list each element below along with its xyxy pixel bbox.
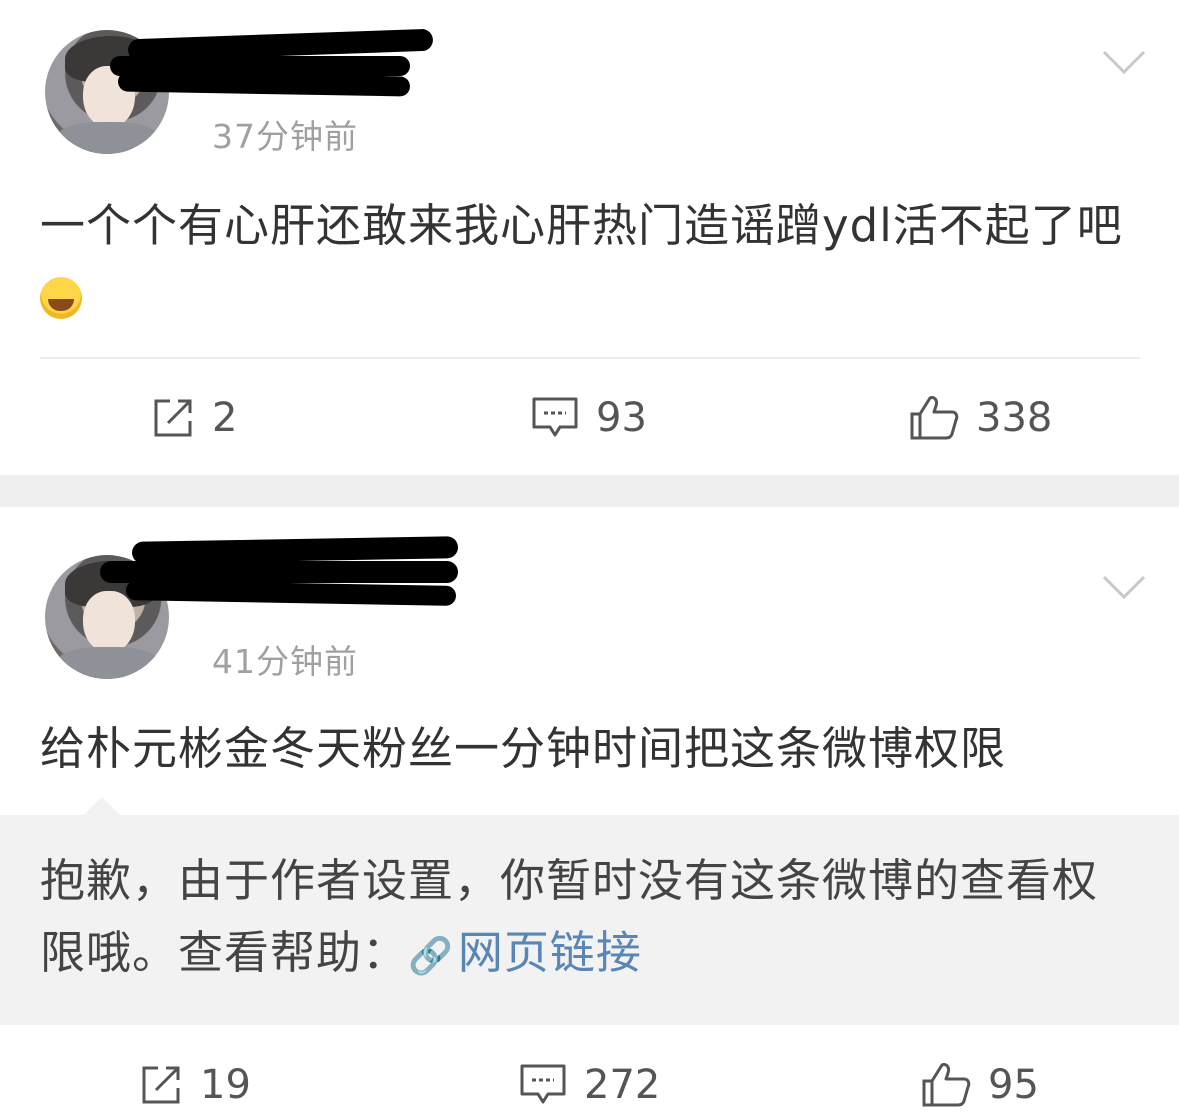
post-text-content: 一个个有心肝还敢来我心肝热门造谣蹭ydl活不起了吧	[40, 199, 1123, 252]
laughing-tears-icon	[40, 277, 82, 319]
action-bar: 19 272 95	[0, 1055, 1179, 1115]
link-icon: 🔗	[408, 936, 454, 977]
restricted-text: 抱歉，由于作者设置，你暂时没有这条微博的查看权限哦。查看帮助：🔗网页链接	[40, 845, 1140, 993]
post-separator	[0, 475, 1179, 507]
divider	[40, 357, 1140, 359]
repost-icon	[142, 1066, 180, 1104]
like-button[interactable]: 95	[920, 1055, 1039, 1115]
comment-icon	[520, 1064, 566, 1104]
repost-button[interactable]: 2	[150, 388, 237, 448]
repost-count: 19	[200, 1062, 251, 1108]
restricted-notice: 抱歉，由于作者设置，你暂时没有这条微博的查看权限哦。查看帮助：🔗网页链接	[0, 797, 1179, 1025]
action-bar: 2 93 338	[0, 388, 1179, 448]
thumbs-up-icon	[922, 1063, 971, 1107]
post-time: 37分钟前	[212, 117, 358, 156]
like-count: 95	[988, 1062, 1039, 1108]
help-link[interactable]: 🔗网页链接	[408, 926, 642, 979]
repost-count: 2	[212, 395, 238, 441]
comment-count: 93	[596, 395, 647, 441]
notice-pointer	[84, 797, 120, 815]
post-time: 41分钟前	[212, 642, 358, 681]
post-text: 给朴元彬金冬天粉丝一分钟时间把这条微博权限	[40, 722, 1007, 775]
chevron-down-icon[interactable]	[1102, 571, 1146, 601]
help-link-text: 网页链接	[457, 926, 642, 979]
comment-button[interactable]: 272	[518, 1055, 660, 1115]
repost-icon	[154, 399, 192, 437]
comment-icon	[532, 397, 578, 437]
post-card[interactable]: 37分钟前 一个个有心肝还敢来我心肝热门造谣蹭ydl活不起了吧 2 93 338	[0, 0, 1179, 475]
post-text: 一个个有心肝还敢来我心肝热门造谣蹭ydl活不起了吧	[40, 190, 1150, 334]
comment-count: 272	[584, 1062, 661, 1108]
post-card[interactable]: 41分钟前 给朴元彬金冬天粉丝一分钟时间把这条微博权限 抱歉，由于作者设置，你暂…	[0, 507, 1179, 1115]
repost-button[interactable]: 19	[138, 1055, 251, 1115]
thumbs-up-icon	[910, 396, 959, 440]
comment-button[interactable]: 93	[530, 388, 647, 448]
like-count: 338	[976, 395, 1053, 441]
chevron-down-icon[interactable]	[1102, 46, 1146, 76]
like-button[interactable]: 338	[908, 388, 1052, 448]
